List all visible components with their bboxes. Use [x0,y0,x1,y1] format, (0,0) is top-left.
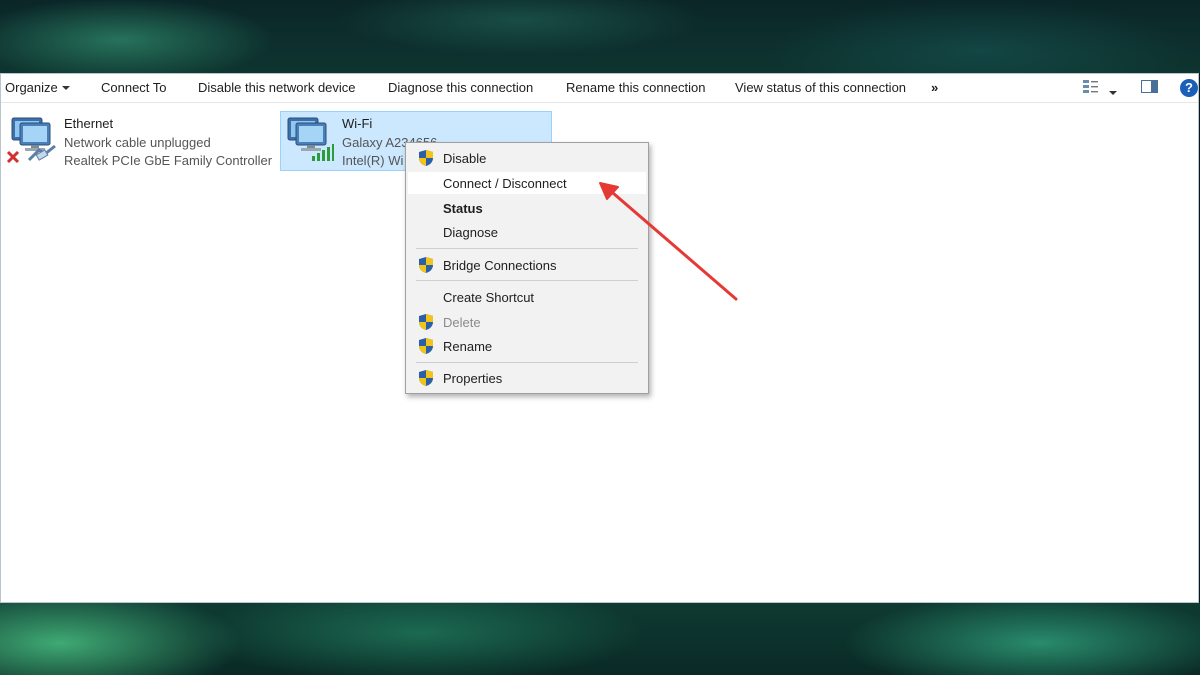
ethernet-name: Ethernet [64,116,114,131]
menu-label: Diagnose [443,225,498,240]
menu-label: Delete [443,315,481,330]
menu-label: Connect / Disconnect [443,176,567,191]
disconnected-x-icon [5,149,21,170]
disable-device-button[interactable]: Disable this network device [198,80,356,95]
menu-item-rename[interactable]: Rename [408,335,646,357]
menu-label: Properties [443,371,503,386]
connect-to-button[interactable]: Connect To [101,80,167,95]
uac-shield-icon [418,369,434,390]
wifi-name: Wi-Fi [342,116,373,131]
help-icon[interactable]: ? [1180,79,1198,97]
menu-label: Disable [443,151,487,166]
preview-pane-icon[interactable] [1141,80,1159,97]
command-bar: Organize Connect To Disable this network… [1,74,1198,103]
menu-separator [416,362,638,363]
menu-item-disable[interactable]: Disable [408,147,646,169]
desktop-background-bottom [0,603,1200,675]
wifi-device: Intel(R) Wi [342,153,404,168]
change-view-icon[interactable] [1081,78,1101,99]
organize-label: Organize [5,80,58,95]
uac-shield-icon [418,313,434,334]
menu-label: Status [443,201,483,216]
menu-label: Create Shortcut [443,290,535,305]
signal-strength-icon [311,142,335,167]
menu-item-delete[interactable]: Delete [408,311,646,333]
menu-label: Rename [443,339,493,354]
chevron-down-icon [61,86,70,90]
ethernet-device: Realtek PCIe GbE Family Controller [64,153,273,168]
view-options-chevron-icon[interactable] [1109,85,1117,100]
ethernet-status: Network cable unplugged [64,135,211,150]
annotation-arrow-icon [599,182,738,301]
uac-shield-icon [418,337,434,358]
view-status-button[interactable]: View status of this connection [735,80,906,95]
desktop-background-top [0,0,1200,73]
organize-button[interactable]: Organize [5,80,70,95]
more-commands-button[interactable]: » [931,80,938,95]
diagnose-connection-button[interactable]: Diagnose this connection [388,80,533,95]
menu-label: Bridge Connections [443,258,557,273]
network-cable-icon [27,144,57,169]
uac-shield-icon [418,149,434,170]
rename-connection-button[interactable]: Rename this connection [566,80,705,95]
menu-item-properties[interactable]: Properties [408,367,646,389]
uac-shield-icon [418,256,434,277]
